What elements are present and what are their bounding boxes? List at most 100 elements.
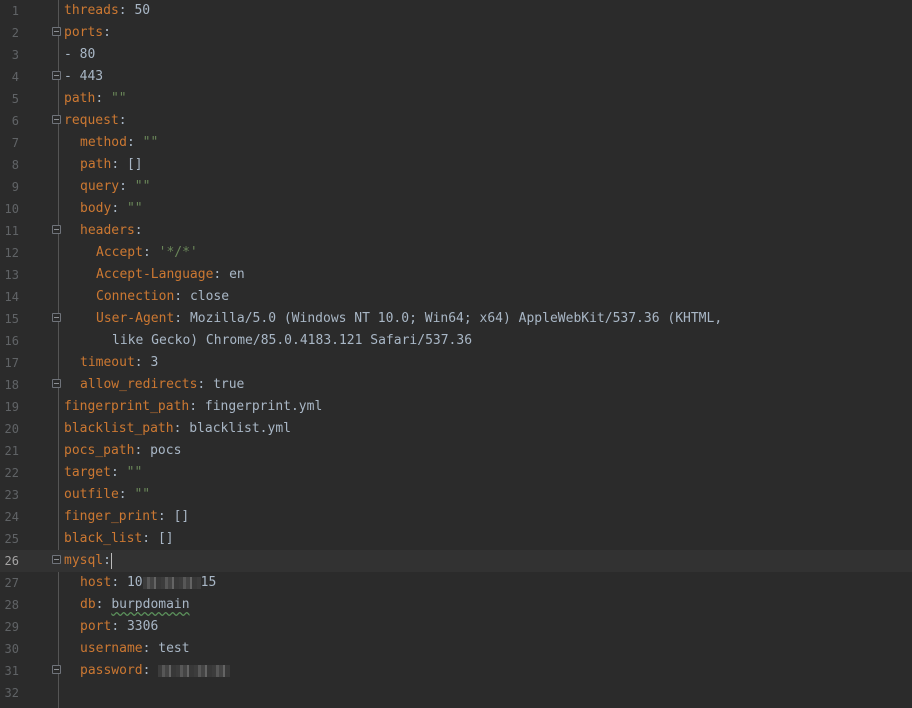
code-line[interactable]: 20 blacklist_path: blacklist.yml bbox=[0, 418, 912, 440]
yaml-key: password bbox=[80, 663, 143, 678]
yaml-separator: : bbox=[95, 91, 111, 106]
fold-toggle-icon[interactable] bbox=[52, 115, 61, 124]
yaml-key: query bbox=[80, 179, 120, 194]
fold-toggle-icon[interactable] bbox=[52, 379, 61, 388]
fold-toggle-icon[interactable] bbox=[52, 665, 61, 674]
fold-toggle-icon[interactable] bbox=[52, 71, 61, 80]
code-line[interactable]: 2 ports: bbox=[0, 22, 912, 44]
yaml-key: path bbox=[64, 91, 96, 106]
yaml-key: outfile bbox=[64, 487, 119, 502]
code-line[interactable]: 10 body: "" bbox=[0, 198, 912, 220]
yaml-key: blacklist_path bbox=[64, 421, 174, 436]
line-code: password: bbox=[80, 660, 231, 682]
yaml-separator: : bbox=[111, 157, 127, 172]
code-line[interactable]: 6 request: bbox=[0, 110, 912, 132]
fold-toggle-icon[interactable] bbox=[52, 313, 61, 322]
line-number: 2 bbox=[11, 26, 19, 40]
code-line[interactable]: 7 method: "" bbox=[0, 132, 912, 154]
yaml-separator: : bbox=[174, 311, 190, 326]
code-line[interactable]: 15 User-Agent: Mozilla/5.0 (Windows NT 10… bbox=[0, 308, 912, 330]
fold-toggle-icon[interactable] bbox=[52, 225, 61, 234]
line-code: fingerprint_path: fingerprint.yml bbox=[64, 396, 322, 418]
line-number: 6 bbox=[11, 114, 19, 128]
line-code: Accept-Language: en bbox=[96, 264, 245, 286]
line-number: 7 bbox=[11, 136, 19, 150]
yaml-value: test bbox=[158, 641, 190, 656]
line-number: 23 bbox=[4, 488, 19, 502]
code-line[interactable]: 31 password: bbox=[0, 660, 912, 682]
line-number: 19 bbox=[4, 400, 19, 414]
code-line[interactable]: 12 Accept: '*/*' bbox=[0, 242, 912, 264]
line-code: blacklist_path: blacklist.yml bbox=[64, 418, 291, 440]
line-number: 11 bbox=[4, 224, 19, 238]
line-code: timeout: 3 bbox=[80, 352, 158, 374]
code-line[interactable]: 22 target: "" bbox=[0, 462, 912, 484]
code-line[interactable]: 19 fingerprint_path: fingerprint.yml bbox=[0, 396, 912, 418]
yaml-separator: - bbox=[64, 69, 80, 84]
code-line[interactable]: 14 Connection: close bbox=[0, 286, 912, 308]
code-line[interactable]: 1 threads: 50 bbox=[0, 0, 912, 22]
code-line[interactable]: 23 outfile: "" bbox=[0, 484, 912, 506]
yaml-key: mysql bbox=[64, 553, 104, 568]
code-line[interactable]: 16 like Gecko) Chrome/85.0.4183.121 Safar… bbox=[0, 330, 912, 352]
code-line[interactable]: 11 headers: bbox=[0, 220, 912, 242]
code-line[interactable]: 26 mysql: bbox=[0, 550, 912, 572]
code-line[interactable]: 3 - 80 bbox=[0, 44, 912, 66]
yaml-value: [] bbox=[157, 531, 174, 546]
yaml-separator: : bbox=[134, 443, 151, 458]
yaml-value: 443 bbox=[79, 69, 104, 84]
yaml-value: blacklist.yml bbox=[189, 421, 291, 436]
yaml-separator: : bbox=[173, 421, 190, 436]
yaml-separator: : bbox=[119, 179, 135, 194]
yaml-key: timeout bbox=[80, 355, 135, 370]
yaml-value: [] bbox=[173, 509, 190, 524]
yaml-key: path bbox=[80, 157, 112, 172]
line-code: - 443 bbox=[64, 66, 103, 88]
yaml-value: close bbox=[189, 289, 230, 304]
line-number: 13 bbox=[4, 268, 19, 282]
yaml-separator: : bbox=[95, 597, 112, 612]
code-line[interactable]: 13 Accept-Language: en bbox=[0, 264, 912, 286]
code-editor[interactable]: 1 threads: 50 2 ports: 3- 80 4- 443 5 path: "" 6… bbox=[0, 0, 912, 708]
line-code: mysql: bbox=[64, 550, 112, 572]
yaml-key: black_list bbox=[64, 531, 143, 546]
line-code: ports: bbox=[64, 22, 111, 44]
code-line[interactable]: 17 timeout: 3 bbox=[0, 352, 912, 374]
line-code: User-Agent: Mozilla/5.0 (Windows NT 10.0… bbox=[96, 308, 722, 330]
yaml-key: threads bbox=[64, 3, 119, 18]
yaml-separator: : bbox=[126, 135, 143, 150]
yaml-separator: : bbox=[157, 509, 174, 524]
yaml-separator: : bbox=[118, 487, 135, 502]
code-line[interactable]: 30 username: test bbox=[0, 638, 912, 660]
line-number: 1 bbox=[11, 4, 19, 18]
line-number: 10 bbox=[4, 202, 19, 216]
yaml-value: burpdomain bbox=[111, 597, 190, 612]
yaml-separator: : bbox=[197, 377, 214, 392]
yaml-key: User-Agent bbox=[96, 311, 175, 326]
yaml-key: finger_print bbox=[64, 509, 158, 524]
line-code: Connection: close bbox=[96, 286, 229, 308]
code-line[interactable]: 21 pocs_path: pocs bbox=[0, 440, 912, 462]
code-line[interactable]: 5 path: "" bbox=[0, 88, 912, 110]
code-line[interactable]: 24 finger_print: [] bbox=[0, 506, 912, 528]
line-code: headers: bbox=[80, 220, 143, 242]
fold-toggle-icon[interactable] bbox=[52, 27, 61, 36]
code-line[interactable]: 28 db: burpdomain bbox=[0, 594, 912, 616]
code-line[interactable]: 9 query: "" bbox=[0, 176, 912, 198]
yaml-value: 50 bbox=[134, 3, 151, 18]
code-line[interactable]: 4 - 443 bbox=[0, 66, 912, 88]
fold-toggle-icon[interactable] bbox=[52, 555, 61, 564]
line-number: 29 bbox=[4, 620, 19, 634]
code-line[interactable]: 27 host: 10 15 bbox=[0, 572, 912, 594]
code-line[interactable]: 32 bbox=[0, 682, 912, 704]
code-line[interactable]: 8 path: [] bbox=[0, 154, 912, 176]
code-line[interactable]: 25 black_list: [] bbox=[0, 528, 912, 550]
yaml-separator: : bbox=[189, 399, 205, 414]
code-line[interactable]: 18 allow_redirects: true bbox=[0, 374, 912, 396]
yaml-separator: : bbox=[142, 641, 159, 656]
yaml-separator: : bbox=[118, 113, 127, 128]
code-line[interactable]: 29 port: 3306 bbox=[0, 616, 912, 638]
yaml-value: fingerprint.yml bbox=[204, 399, 323, 414]
yaml-value: "" bbox=[126, 465, 143, 480]
line-code: request: bbox=[64, 110, 127, 132]
